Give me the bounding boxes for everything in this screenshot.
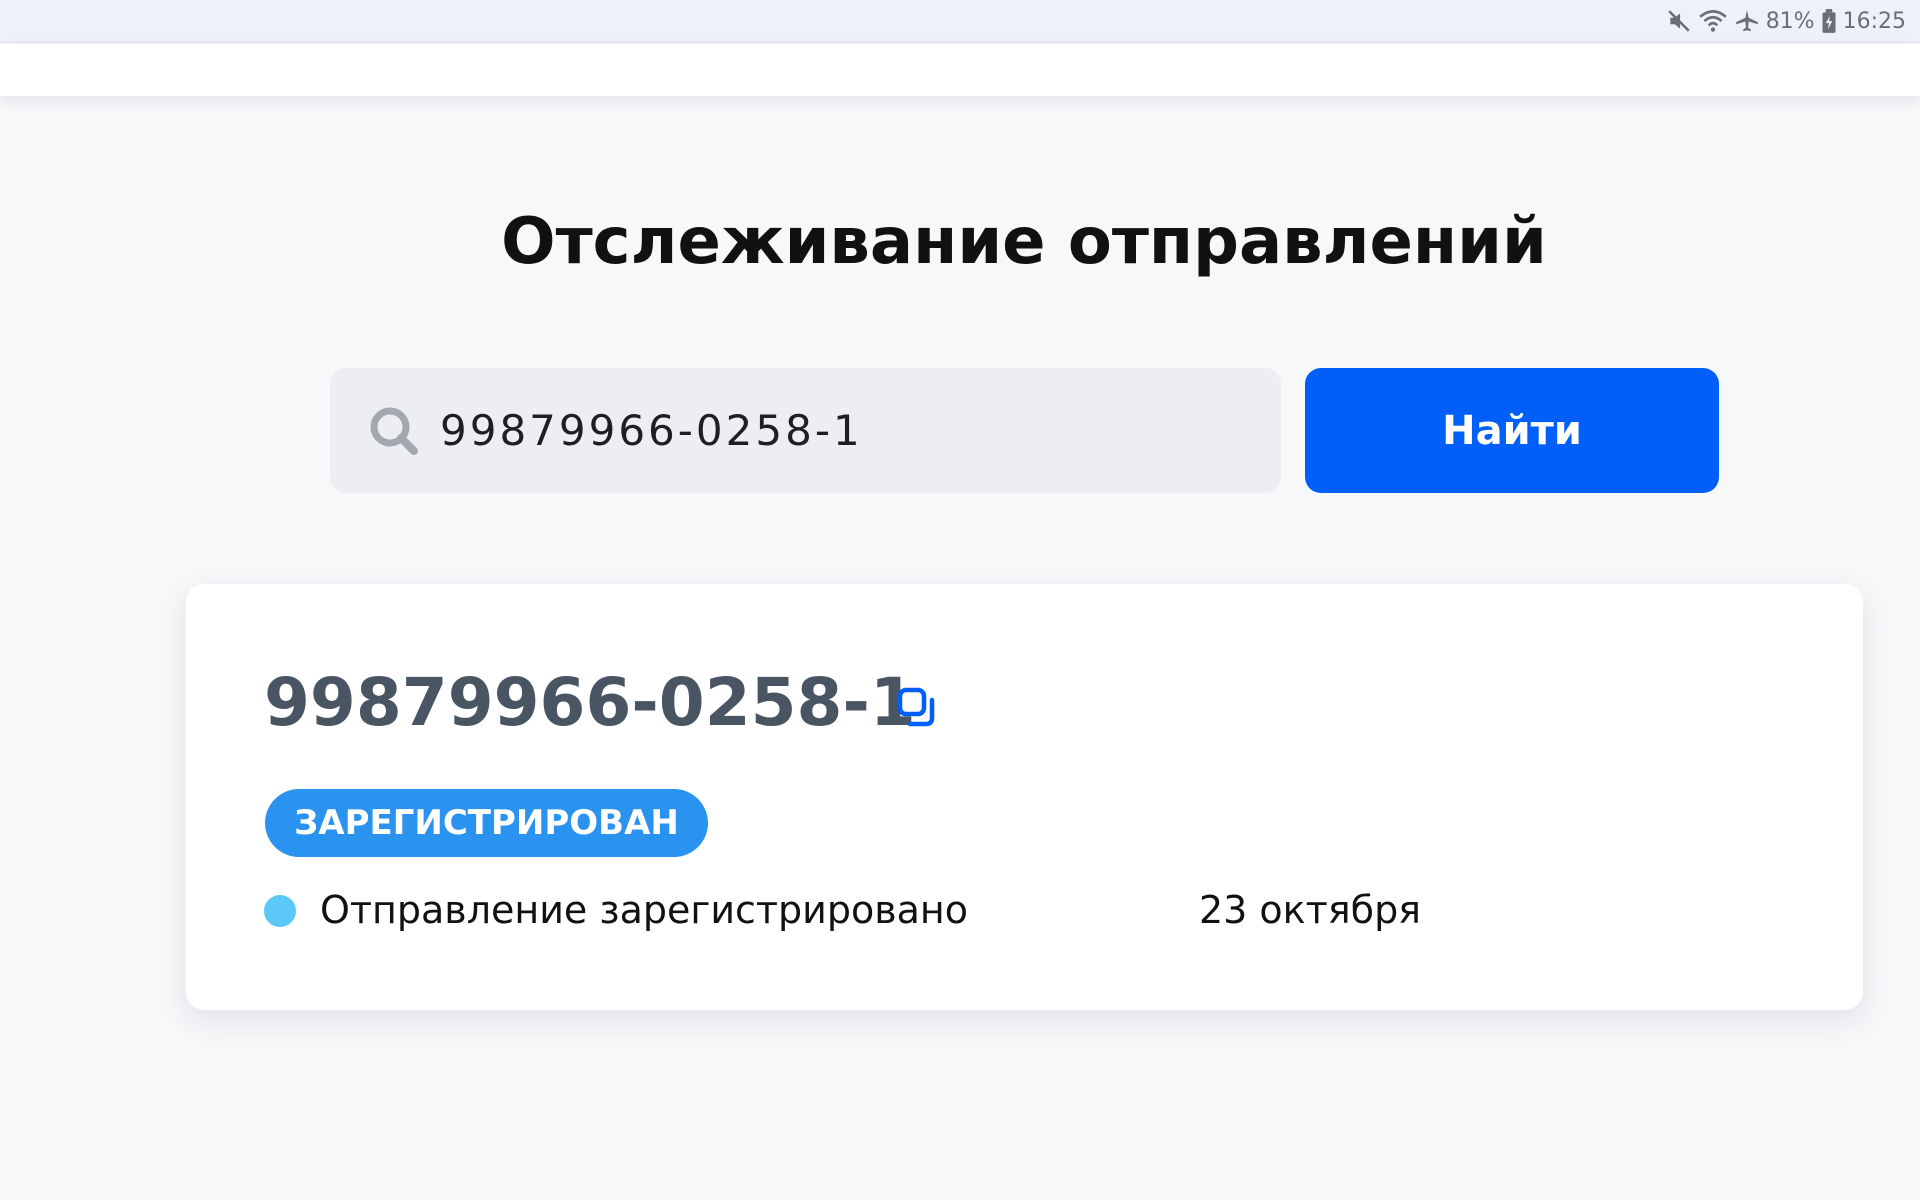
find-button[interactable]: Найти xyxy=(1305,368,1719,493)
search-icon xyxy=(366,403,422,459)
battery-percent: 81% xyxy=(1765,8,1815,34)
track-number: 99879966-0258-1 xyxy=(264,664,916,741)
page-title: Отслеживание отправлений xyxy=(501,205,1547,279)
copy-icon[interactable] xyxy=(896,686,940,730)
top-header xyxy=(0,44,1920,96)
event-date: 23 октября xyxy=(1199,888,1422,932)
mute-icon xyxy=(1666,8,1692,34)
status-badge: ЗАРЕГИСТРИРОВАН xyxy=(265,789,708,857)
airplane-icon xyxy=(1734,8,1760,34)
clock: 16:25 xyxy=(1842,8,1906,34)
event-status-dot xyxy=(264,895,296,927)
status-icons: 81% 16:25 xyxy=(1666,6,1906,36)
battery-icon xyxy=(1821,8,1837,34)
event-description: Отправление зарегистрировано xyxy=(320,888,969,932)
wifi-icon xyxy=(1698,8,1728,34)
tracking-result-card: 99879966-0258-1 ЗАРЕГИСТРИРОВАН Отправле… xyxy=(186,584,1863,1010)
search-input[interactable] xyxy=(440,368,1240,493)
search-box[interactable] xyxy=(330,368,1281,493)
system-status-bar: 81% 16:25 xyxy=(0,0,1920,43)
